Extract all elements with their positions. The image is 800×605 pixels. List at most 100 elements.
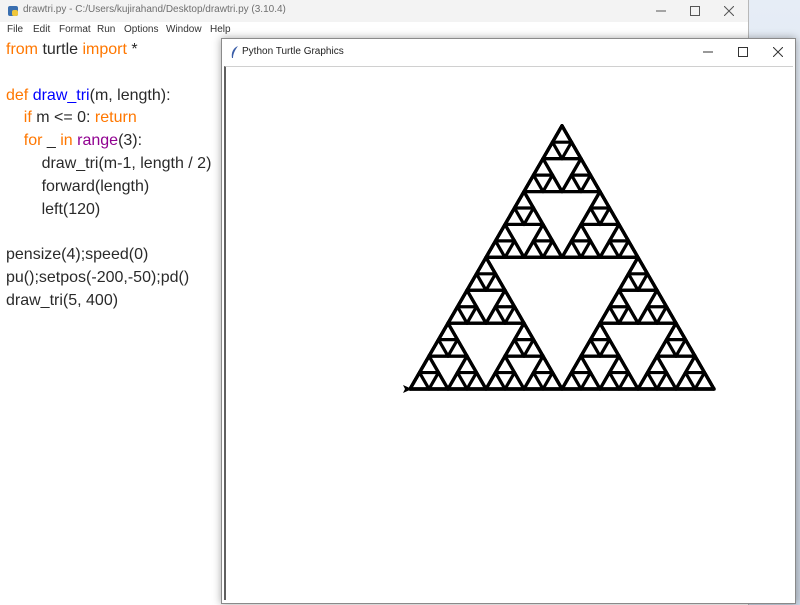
turtle-stroke — [579, 222, 593, 243]
turtle-stroke — [655, 370, 669, 391]
code-line: draw_tri(5, 400) — [6, 290, 211, 313]
turtle-stroke — [598, 206, 612, 227]
turtle-stroke — [522, 206, 536, 227]
code-token: draw_tri — [32, 86, 90, 104]
code-line: draw_tri(m-1, length / 2) — [6, 153, 212, 176]
code-line: pensize(4);speed(0) — [6, 244, 211, 267]
idle-title-bar[interactable]: drawtri.py - C:/Users/kujirahand/Desktop… — [0, 0, 748, 22]
code-token: for — [23, 132, 43, 150]
idle-maximize-button[interactable] — [678, 0, 712, 22]
turtle-stroke — [560, 173, 574, 194]
turtle-graphics-window: Python Turtle Graphics — [221, 38, 796, 604]
code-token: (m, length): — [89, 86, 171, 104]
turtle-stroke — [493, 305, 507, 325]
turtle-stroke — [465, 288, 479, 309]
turtle-stroke — [626, 272, 640, 292]
turtle-stroke — [674, 338, 688, 358]
turtle-maximize-button[interactable] — [726, 39, 760, 65]
turtle-stroke — [607, 370, 621, 391]
turtle-canvas — [403, 124, 716, 393]
turtle-stroke — [531, 370, 545, 391]
turtle-minimize-button[interactable] — [691, 39, 725, 65]
code-token: import — [82, 41, 127, 58]
code-line: left(120) — [6, 199, 211, 222]
menu-window[interactable]: Window — [166, 24, 202, 35]
turtle-stroke — [436, 338, 450, 358]
turtle-stroke — [617, 288, 631, 309]
menu-options[interactable]: Options — [124, 24, 158, 35]
turtle-stroke — [531, 239, 545, 259]
code-line: for _ in range(3): — [6, 130, 211, 153]
code-line: if m <= 0: return — [6, 107, 211, 130]
code-line: pu();setpos(-200,-50);pd() — [6, 267, 211, 290]
turtle-stroke — [541, 370, 555, 391]
turtle-stroke — [484, 272, 498, 292]
menu-file[interactable]: File — [7, 24, 23, 35]
idle-minimize-button[interactable] — [644, 0, 678, 22]
turtle-stroke — [503, 370, 517, 391]
turtle-stroke — [503, 222, 517, 243]
turtle-stroke — [541, 239, 555, 259]
turtle-stroke — [598, 338, 612, 358]
turtle-stroke — [617, 370, 631, 391]
code-line: from turtle import * — [6, 39, 211, 62]
turtle-stroke — [617, 239, 631, 259]
maximize-icon — [690, 6, 700, 16]
turtle-stroke — [446, 370, 460, 391]
turtle-stroke — [579, 239, 593, 259]
code-token: in — [60, 132, 73, 150]
idle-window-title: drawtri.py - C:/Users/kujirahand/Desktop… — [23, 4, 286, 15]
turtle-stroke — [446, 338, 460, 358]
code-token: pu();setpos(-200,-50);pd() — [6, 268, 190, 286]
code-token: from — [6, 41, 38, 58]
turtle-stroke — [598, 370, 612, 391]
turtle-stroke — [569, 370, 583, 391]
turtle-stroke — [617, 305, 631, 325]
code-line: forward(length) — [6, 176, 211, 199]
code-line: def draw_tri(m, length): — [6, 85, 211, 108]
menu-edit[interactable]: Edit — [33, 24, 50, 35]
turtle-stroke — [550, 140, 564, 161]
turtle-stroke — [588, 338, 602, 358]
minimize-icon — [703, 51, 713, 53]
turtle-stroke — [503, 354, 517, 375]
turtle-canvas-frame — [224, 66, 793, 600]
sierpinski-triangle — [408, 124, 716, 391]
turtle-stroke — [503, 305, 517, 325]
idle-close-button[interactable] — [712, 0, 746, 22]
turtle-stroke — [560, 140, 574, 161]
turtle-stroke — [465, 370, 479, 391]
code-token: if — [23, 109, 32, 127]
turtle-stroke — [427, 370, 441, 391]
code-token: return — [94, 109, 137, 127]
turtle-title-bar[interactable]: Python Turtle Graphics — [222, 39, 795, 65]
turtle-stroke — [569, 173, 583, 194]
code-token: * — [126, 41, 138, 58]
menu-run[interactable]: Run — [97, 24, 115, 35]
turtle-stroke — [522, 370, 536, 391]
code-token: (3): — [118, 132, 143, 150]
turtle-stroke — [465, 305, 479, 325]
turtle-stroke — [427, 354, 441, 375]
code-token: draw_tri(5, 400) — [6, 291, 119, 309]
close-icon — [724, 6, 734, 16]
turtle-stroke — [455, 305, 469, 325]
turtle-stroke — [417, 370, 431, 391]
turtle-stroke — [588, 206, 602, 227]
turtle-stroke — [607, 239, 621, 259]
turtle-stroke — [579, 354, 593, 375]
turtle-stroke — [493, 239, 507, 259]
code-editor[interactable]: from turtle import * def draw_tri(m, len… — [6, 39, 211, 313]
turtle-stroke — [493, 370, 507, 391]
code-token: turtle — [38, 41, 83, 58]
turtle-window-title: Python Turtle Graphics — [242, 46, 344, 57]
menu-format[interactable]: Format — [59, 24, 91, 35]
code-token: range — [77, 132, 119, 150]
menu-help[interactable]: Help — [210, 24, 231, 35]
turtle-stroke — [512, 206, 526, 227]
turtle-close-button[interactable] — [761, 39, 795, 65]
turtle-stroke — [503, 239, 517, 259]
